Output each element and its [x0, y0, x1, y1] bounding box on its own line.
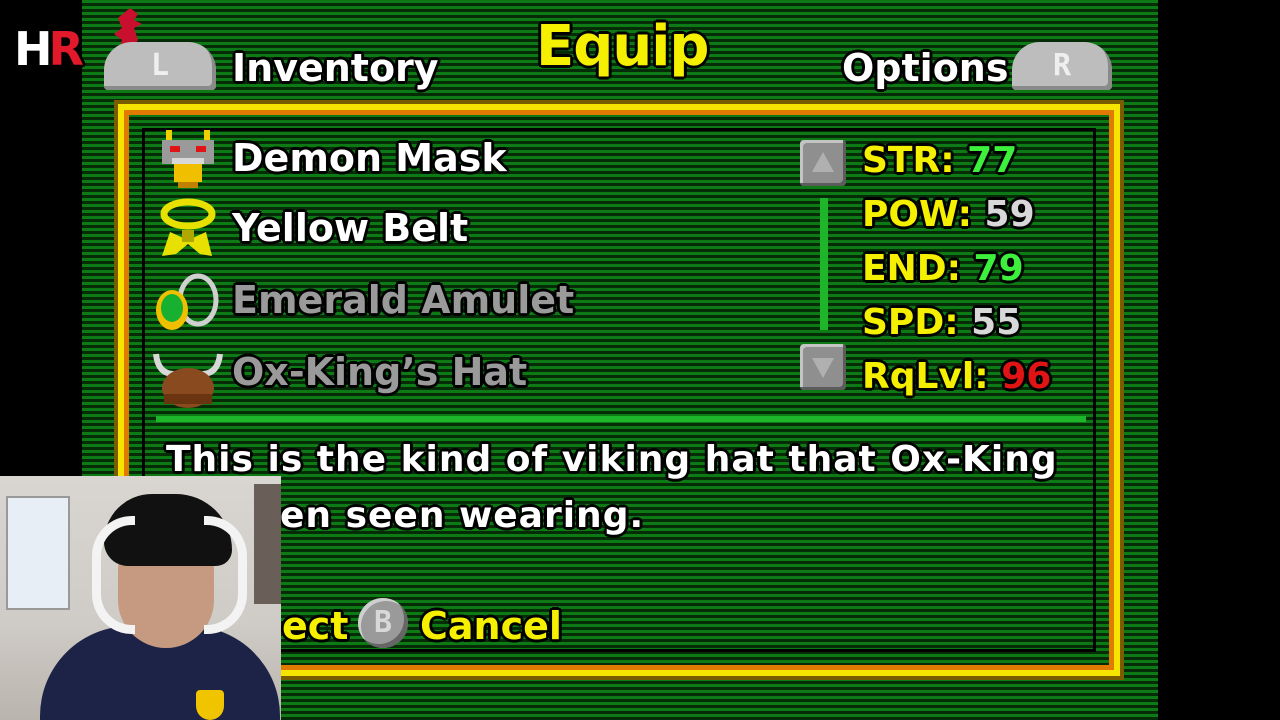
item-name: Yellow Belt	[232, 206, 469, 250]
stat-required-level: RqLvl: 96	[862, 356, 1051, 397]
description-line-2: en seen wearing.	[280, 495, 645, 536]
stat-value: 96	[1001, 356, 1052, 397]
stat-label: END:	[862, 248, 961, 289]
page-title: Equip	[536, 14, 709, 79]
scroll-down-button[interactable]	[800, 344, 846, 390]
stat-value: 77	[967, 140, 1018, 181]
description-line-1: This is the kind of viking hat that Ox-K…	[166, 439, 1058, 480]
ox-king-hat-icon	[153, 353, 223, 408]
stat-value: 55	[971, 302, 1022, 343]
stat-value: 59	[984, 194, 1035, 235]
inventory-shoulder-button[interactable]: L	[104, 42, 216, 90]
stat-end: END: 79	[862, 248, 1024, 289]
b-button-icon[interactable]: B	[358, 598, 408, 648]
options-tab[interactable]: Options	[842, 46, 1008, 90]
yellow-belt-icon	[160, 198, 216, 256]
item-name: Ox-King’s Hat	[232, 350, 528, 394]
list-item-demon-mask[interactable]: Demon Mask	[152, 126, 712, 196]
select-label[interactable]: ect	[282, 604, 348, 648]
options-shoulder-button[interactable]: R	[1012, 42, 1112, 90]
stat-pow: POW: 59	[862, 194, 1035, 235]
list-item-emerald-amulet[interactable]: Emerald Amulet	[152, 268, 712, 338]
item-name: Demon Mask	[232, 136, 507, 180]
stat-value: 79	[973, 248, 1024, 289]
channel-logo: HR	[14, 18, 84, 88]
list-item-yellow-belt[interactable]: Yellow Belt	[152, 196, 712, 266]
channel-logo-text: HR	[14, 22, 84, 76]
background-poster	[6, 496, 70, 610]
stat-label: RqLvl:	[862, 356, 989, 397]
panel-divider	[156, 416, 1086, 422]
stat-str: STR: 77	[862, 140, 1017, 181]
cancel-label[interactable]: Cancel	[420, 604, 562, 648]
scrollbar-track[interactable]	[820, 198, 828, 330]
headphones-icon	[92, 516, 135, 634]
headphones-icon	[204, 516, 247, 634]
demon-mask-icon	[162, 130, 214, 188]
club-crest-icon	[196, 690, 224, 720]
stat-label: STR:	[862, 140, 955, 181]
item-description: This is the kind of viking hat that Ox-K…	[166, 432, 1086, 544]
webcam-overlay	[0, 476, 281, 720]
stat-label: POW:	[862, 194, 972, 235]
inventory-tab[interactable]: Inventory	[232, 46, 439, 90]
background-poster	[254, 484, 281, 604]
scroll-up-button[interactable]	[800, 140, 846, 186]
emerald-amulet-icon	[156, 273, 219, 330]
item-name: Emerald Amulet	[232, 278, 575, 322]
stat-label: SPD:	[862, 302, 959, 343]
stat-spd: SPD: 55	[862, 302, 1021, 343]
list-item-ox-king-hat[interactable]: Ox-King’s Hat	[152, 340, 712, 410]
